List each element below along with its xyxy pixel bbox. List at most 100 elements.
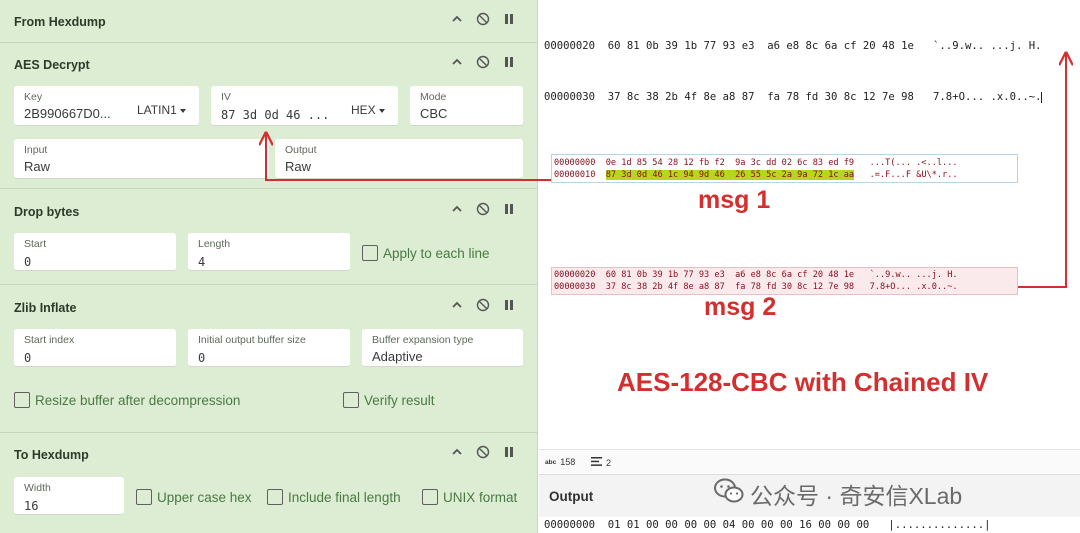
iv-format-dropdown[interactable]: HEX — [351, 103, 385, 117]
start-index-value[interactable]: 0 — [24, 351, 31, 365]
start-index-label: Start index — [24, 334, 75, 346]
disable-icon[interactable] — [476, 202, 490, 216]
key-label: Key — [24, 91, 43, 103]
collapse-icon[interactable] — [450, 12, 464, 26]
op-title: AES Decrypt — [14, 58, 90, 72]
pause-icon[interactable] — [502, 445, 516, 459]
iv-value[interactable]: 87 3d 0d 46 ... — [221, 108, 329, 122]
key-field[interactable]: Key 2B990667D0... LATIN1 — [14, 86, 199, 126]
mode-value[interactable]: CBC — [420, 106, 447, 121]
collapse-icon[interactable] — [450, 445, 464, 459]
op-zlib-inflate: Zlib Inflate Start index 0 Initial outpu… — [0, 285, 537, 433]
disable-icon[interactable] — [476, 445, 490, 459]
unix-format-checkbox[interactable]: UNIX format — [422, 489, 517, 505]
disable-icon[interactable] — [476, 298, 490, 312]
width-field[interactable]: Width 16 — [14, 477, 124, 515]
output-hex-line[interactable]: 00000000 01 01 00 00 00 00 04 00 00 00 1… — [544, 519, 990, 531]
io-panel: 00000020 60 81 0b 39 1b 77 93 e3 a6 e8 8… — [539, 0, 1080, 533]
start-value[interactable]: 0 — [24, 255, 31, 269]
start-field[interactable]: Start 0 — [14, 233, 176, 271]
checkbox-box[interactable] — [343, 392, 359, 408]
op-title: Zlib Inflate — [14, 301, 77, 315]
msg1-hexdump-box: 00000000 0e 1d 85 54 28 12 fb f2 9a 3c d… — [551, 154, 1018, 183]
output-title: Output — [549, 489, 594, 504]
collapse-icon[interactable] — [450, 55, 464, 69]
op-from-hexdump: From Hexdump — [0, 0, 537, 43]
recipe-panel: From Hexdump AES Decrypt Key 2B990667D0.… — [0, 0, 538, 533]
initial-buffer-value[interactable]: 0 — [198, 351, 205, 365]
checkbox-box[interactable] — [267, 489, 283, 505]
input-status-bar: abc 158 2 — [539, 449, 1080, 473]
op-aes-decrypt: AES Decrypt Key 2B990667D0... LATIN1 IV … — [0, 43, 537, 189]
hex-line: 00000020 60 81 0b 39 1b 77 93 e3 a6 e8 8… — [544, 40, 1042, 52]
chevron-down-icon — [378, 108, 385, 113]
width-label: Width — [24, 482, 51, 494]
verify-result-checkbox[interactable]: Verify result — [343, 392, 435, 408]
checkbox-box[interactable] — [422, 489, 438, 505]
annotation-caption: AES-128-CBC with Chained IV — [617, 367, 989, 397]
length-field[interactable]: Length 4 — [188, 233, 350, 271]
hex-line: 00000000 0e 1d 85 54 28 12 fb f2 9a 3c d… — [554, 158, 958, 168]
msg1-label: msg 1 — [698, 186, 771, 214]
key-value[interactable]: 2B990667D0... — [24, 106, 111, 121]
lines-icon — [591, 457, 602, 468]
mode-field[interactable]: Mode CBC — [410, 86, 523, 126]
checkbox-label: Apply to each line — [383, 245, 490, 261]
expansion-type-value[interactable]: Adaptive — [372, 349, 423, 364]
collapse-icon[interactable] — [450, 202, 464, 216]
iv-highlight: 87 3d 0d 46 1c 94 9d 46 26 55 5c 2a 9a 7… — [605, 170, 855, 180]
key-format-dropdown[interactable]: LATIN1 — [137, 103, 186, 117]
resize-buffer-checkbox[interactable]: Resize buffer after decompression — [14, 392, 240, 408]
length-label: Length — [198, 238, 231, 250]
width-value[interactable]: 16 — [24, 499, 38, 513]
input-label: Input — [24, 144, 48, 156]
text-cursor — [1041, 91, 1043, 103]
hex-line: 00000030 37 8c 38 2b 4f 8e a8 87 fa 78 f… — [544, 91, 1043, 103]
initial-buffer-field[interactable]: Initial output buffer size 0 — [188, 329, 350, 367]
op-title: Drop bytes — [14, 205, 80, 219]
collapse-icon[interactable] — [450, 298, 464, 312]
abc-icon: abc — [545, 458, 557, 466]
hex-line: 00000030 37 8c 38 2b 4f 8e a8 87 fa 78 f… — [554, 282, 958, 292]
length-value: 158 — [560, 457, 576, 467]
disable-icon[interactable] — [476, 12, 490, 26]
checkbox-label: Verify result — [364, 392, 435, 408]
start-index-field[interactable]: Start index 0 — [14, 329, 176, 367]
watermark-text: 公众号 · 奇安信XLab — [750, 483, 963, 509]
disable-icon[interactable] — [476, 55, 490, 69]
pause-icon[interactable] — [502, 55, 516, 69]
checkbox-box[interactable] — [14, 392, 30, 408]
msg2-hexdump-box: 00000020 60 81 0b 39 1b 77 93 e3 a6 e8 8… — [551, 267, 1018, 295]
include-final-length-checkbox[interactable]: Include final length — [267, 489, 401, 505]
upper-case-hex-checkbox[interactable]: Upper case hex — [136, 489, 252, 505]
iv-field[interactable]: IV 87 3d 0d 46 ... HEX — [211, 86, 398, 126]
pause-icon[interactable] — [502, 12, 516, 26]
input-hexdump[interactable]: 00000020 60 81 0b 39 1b 77 93 e3 a6 e8 8… — [544, 4, 1043, 140]
op-title: From Hexdump — [14, 15, 106, 29]
expansion-type-field[interactable]: Buffer expansion type Adaptive — [362, 329, 523, 367]
watermark: 公众号 · 奇安信XLab — [714, 477, 962, 511]
checkbox-label: Include final length — [288, 489, 401, 505]
pause-icon[interactable] — [502, 298, 516, 312]
mode-label: Mode — [420, 91, 447, 103]
length-value[interactable]: 4 — [198, 255, 205, 269]
checkbox-box[interactable] — [362, 245, 378, 261]
output-format-field[interactable]: Output Raw — [275, 139, 523, 179]
input-value[interactable]: Raw — [24, 159, 50, 174]
hex-line: 00000020 60 81 0b 39 1b 77 93 e3 a6 e8 8… — [554, 270, 958, 280]
apply-each-line-checkbox[interactable]: Apply to each line — [362, 245, 490, 261]
checkbox-box[interactable] — [136, 489, 152, 505]
pause-icon[interactable] — [502, 202, 516, 216]
output-label: Output — [285, 144, 317, 156]
input-format-field[interactable]: Input Raw — [14, 139, 269, 179]
checkbox-label: UNIX format — [443, 489, 518, 505]
op-to-hexdump: To Hexdump Width 16 Upper case hex Inclu… — [0, 433, 537, 533]
length-indicator: abc 158 — [545, 457, 575, 467]
op-title: To Hexdump — [14, 448, 89, 462]
checkbox-label: Resize buffer after decompression — [35, 392, 241, 408]
initial-buffer-label: Initial output buffer size — [198, 334, 306, 346]
lines-indicator: 2 — [591, 457, 611, 468]
start-label: Start — [24, 238, 47, 250]
output-value[interactable]: Raw — [285, 159, 311, 174]
hex-line: 00000010 87 3d 0d 46 1c 94 9d 46 26 55 5… — [554, 170, 958, 180]
